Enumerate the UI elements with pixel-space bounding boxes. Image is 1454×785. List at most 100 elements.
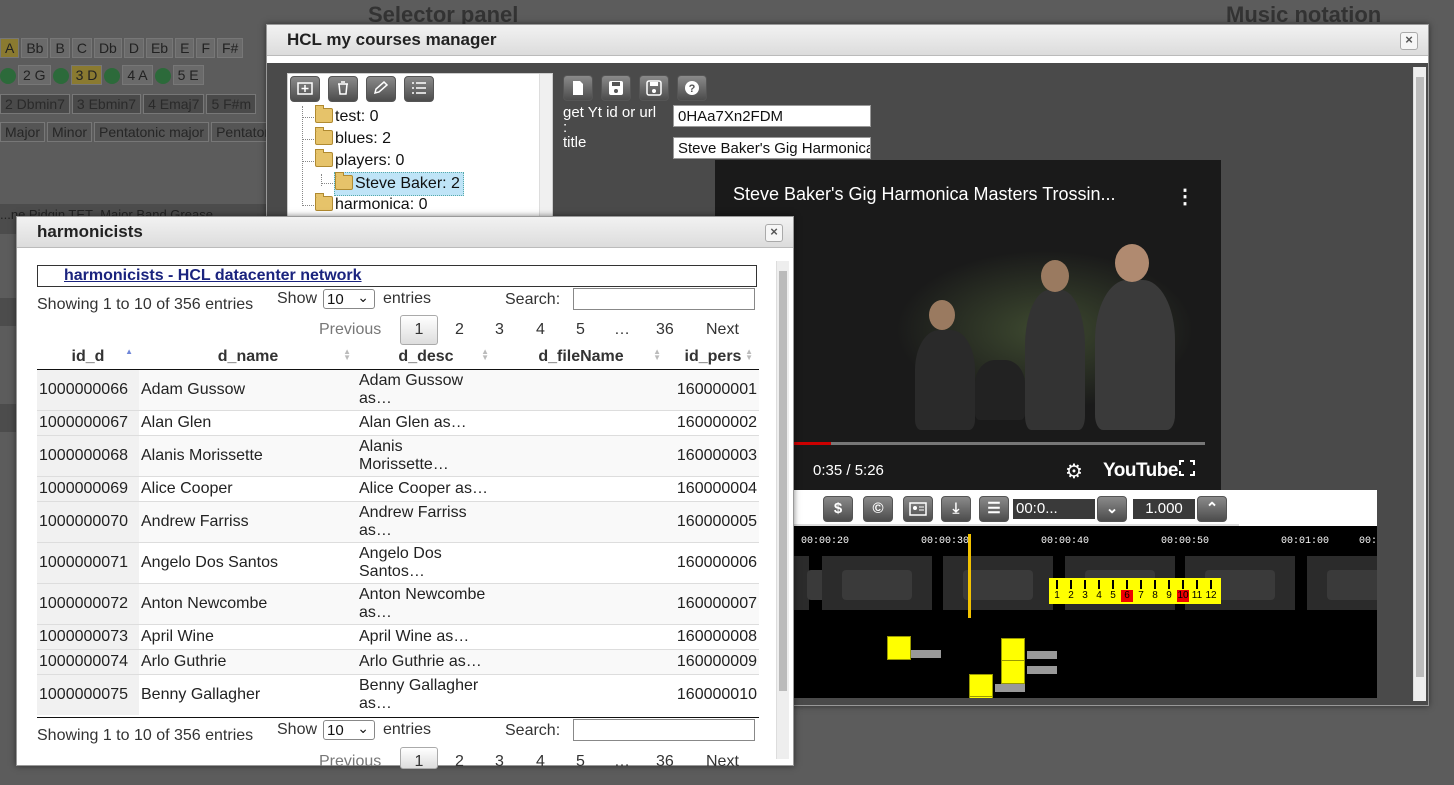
page-button-4[interactable]: 4 <box>536 753 545 771</box>
person-marker-icon[interactable] <box>969 674 993 698</box>
previous-button[interactable]: Previous <box>319 753 381 771</box>
courses-manager-titlebar[interactable]: HCL my courses manager × <box>267 25 1428 56</box>
table-row[interactable]: 1000000074 Arlo Guthrie Arlo Guthrie as… 16… <box>37 649 759 675</box>
table-row[interactable]: 1000000067 Alan Glen Alan Glen as… 16000000… <box>37 410 759 436</box>
page-button-5[interactable]: 5 <box>576 753 585 771</box>
page-button-3[interactable]: 3 <box>495 321 504 339</box>
page-button-36[interactable]: 36 <box>656 321 674 339</box>
scale-button[interactable]: Pentatonic major <box>94 122 210 142</box>
degree-button[interactable]: 5 E <box>172 65 204 85</box>
tree-node-steve-baker[interactable]: Steve Baker: 2 <box>334 172 464 196</box>
chord-button[interactable]: 2 Dbmin7 <box>0 94 70 114</box>
fullscreen-icon[interactable] <box>1179 460 1195 476</box>
column-header-d-filename[interactable]: d_fileName ▲ ▼ <box>495 345 667 370</box>
graduation-marker-icon[interactable] <box>1001 660 1025 684</box>
speed-up-button[interactable]: ⌃ <box>1197 496 1227 522</box>
table-row[interactable]: 1000000070 Andrew Farriss Andrew Farriss a… <box>37 501 759 543</box>
degree-button[interactable]: 2 G <box>18 65 51 85</box>
speed-field[interactable]: 1.000 <box>1133 499 1195 519</box>
copyright-button[interactable]: © <box>863 496 893 522</box>
table-row[interactable]: 1000000068 Alanis Morissette Alanis Moriss… <box>37 435 759 477</box>
column-header-d-name[interactable]: d_name ▲ ▼ <box>139 345 357 370</box>
tag-marker-icon[interactable] <box>887 636 911 660</box>
page-length-select-bottom[interactable]: 10 <box>323 718 375 740</box>
list-button[interactable] <box>404 76 434 102</box>
speed-down-button[interactable]: ⌄ <box>1097 496 1127 522</box>
tree-scrollbar[interactable] <box>539 74 552 220</box>
column-header-id-d[interactable]: id_d ▲ <box>37 345 139 370</box>
note-button[interactable]: F# <box>217 38 244 58</box>
chord-button[interactable]: 4 Emaj7 <box>143 94 205 114</box>
help-button[interactable]: ? <box>677 75 707 101</box>
id-card-button[interactable] <box>903 496 933 522</box>
tree-node-blues[interactable]: blues: 2 <box>315 127 391 150</box>
table-row[interactable]: 1000000071 Angelo Dos Santos Angelo Dos Sa… <box>37 542 759 584</box>
table-row[interactable]: 1000000073 April Wine April Wine as… 160000… <box>37 624 759 650</box>
list-button[interactable]: ☰ <box>979 496 1009 522</box>
next-button[interactable]: Next <box>706 321 739 339</box>
tree-node-test[interactable]: test: 0 <box>315 105 379 128</box>
datatable-heading-link[interactable]: harmonicists - HCL datacenter network <box>64 267 362 285</box>
note-button[interactable]: Bb <box>21 38 49 58</box>
new-file-button[interactable] <box>563 75 593 101</box>
table-row[interactable]: 1000000069 Alice Cooper Alice Cooper as… 16… <box>37 476 759 502</box>
add-folder-button[interactable] <box>290 76 320 102</box>
yt-id-input[interactable]: 0HAa7Xn2FDM <box>673 105 871 127</box>
harmonicists-scrollbar[interactable] <box>776 261 789 759</box>
chord-button[interactable]: 5 F#m <box>206 94 257 114</box>
page-button-3[interactable]: 3 <box>495 753 504 771</box>
page-button-4[interactable]: 4 <box>536 321 545 339</box>
timeline[interactable]: 00:00:20 00:00:30 00:00:40 00:00:50 00:0… <box>787 526 1377 698</box>
rename-button[interactable] <box>366 76 396 102</box>
courses-scrollbar[interactable] <box>1413 67 1426 701</box>
page-button-2[interactable]: 2 <box>455 321 464 339</box>
scale-button[interactable]: Minor <box>47 122 93 142</box>
table-row[interactable]: 1000000066 Adam Gussow Adam Gussow as… 1600… <box>37 369 759 411</box>
settings-icon[interactable]: ⚙ <box>1065 459 1083 484</box>
note-marker-icon[interactable] <box>1001 638 1025 662</box>
note-button[interactable]: B <box>50 38 70 58</box>
degree-button[interactable]: 3 D <box>70 65 103 85</box>
page-button-36[interactable]: 36 <box>656 753 674 771</box>
note-button[interactable]: A <box>0 38 20 58</box>
tree-node-harmonica[interactable]: harmonica: 0 <box>315 193 428 216</box>
more-options-icon[interactable]: ⋮ <box>1175 184 1195 209</box>
note-button[interactable]: Eb <box>145 38 174 58</box>
chord-button[interactable]: 3 Ebmin7 <box>71 94 142 114</box>
column-header-d-desc[interactable]: d_desc ▲ ▼ <box>357 345 495 370</box>
page-button-1[interactable]: 1 <box>400 315 438 345</box>
next-button[interactable]: Next <box>706 753 739 771</box>
scale-button[interactable]: Major <box>0 122 46 142</box>
note-button[interactable]: Db <box>93 38 122 58</box>
video-progress-bar[interactable] <box>785 442 1205 445</box>
download-button[interactable]: ⤓ <box>941 496 971 522</box>
save-button[interactable] <box>601 75 631 101</box>
dollar-marker-icon[interactable] <box>969 696 993 698</box>
close-icon[interactable]: × <box>765 224 783 242</box>
page-length-select[interactable]: 10 <box>323 287 375 309</box>
playhead[interactable] <box>968 534 971 618</box>
save-as-button[interactable] <box>639 75 669 101</box>
harmonicists-titlebar[interactable]: harmonicists × <box>17 217 793 248</box>
note-button[interactable]: D <box>123 38 144 58</box>
time-field[interactable]: 00:0... <box>1013 499 1095 519</box>
column-header-id-pers[interactable]: id_pers ▲ ▼ <box>667 345 759 370</box>
degree-button[interactable]: 4 A <box>122 65 153 85</box>
delete-button[interactable] <box>328 76 358 102</box>
search-input[interactable] <box>573 288 755 310</box>
page-button-2[interactable]: 2 <box>455 753 464 771</box>
note-button[interactable]: E <box>175 38 195 58</box>
previous-button[interactable]: Previous <box>319 321 381 339</box>
close-icon[interactable]: × <box>1400 32 1418 50</box>
search-input-bottom[interactable] <box>573 719 755 741</box>
dollar-button[interactable]: $ <box>823 496 853 522</box>
tree-node-players[interactable]: players: 0 <box>315 149 404 172</box>
page-button-1[interactable]: 1 <box>400 747 438 770</box>
note-button[interactable]: F <box>196 38 215 58</box>
table-row[interactable]: 1000000075 Benny Gallagher Benny Gallagher… <box>37 674 759 715</box>
note-button[interactable]: C <box>71 38 92 58</box>
page-button-5[interactable]: 5 <box>576 321 585 339</box>
youtube-logo[interactable]: YouTube <box>1103 460 1178 482</box>
table-row[interactable]: 1000000072 Anton Newcombe Anton Newcombe a… <box>37 583 759 625</box>
title-input[interactable]: Steve Baker's Gig Harmonica Masters Tros… <box>673 137 871 159</box>
